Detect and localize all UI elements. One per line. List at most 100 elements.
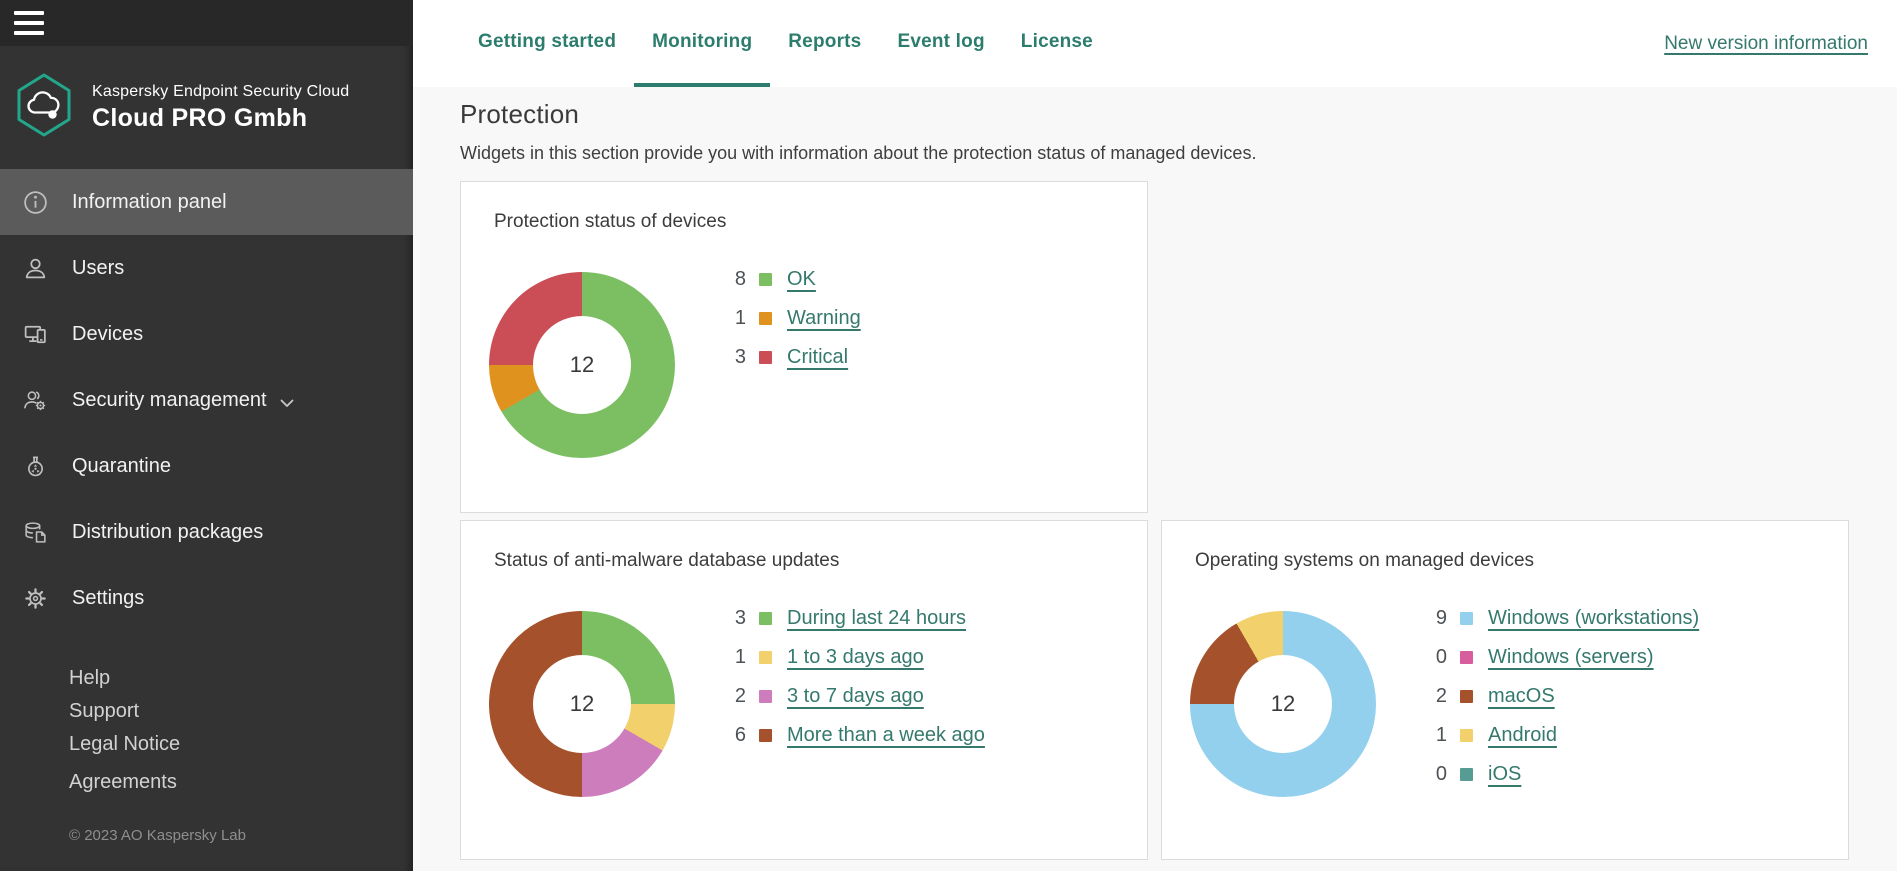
sidebar-item-security-management[interactable]: Security management [0, 367, 413, 433]
legend-row: 6 More than a week ago [720, 722, 985, 748]
page-title: Protection [460, 99, 1897, 130]
widget-title: Protection status of devices [494, 211, 726, 233]
sidebar-item-label: Information panel [72, 191, 227, 214]
donut-chart[interactable]: 12 [489, 272, 675, 458]
legend-count: 9 [1421, 607, 1447, 630]
legend-row: 3 Critical [720, 344, 861, 370]
sidebar-item-label: Distribution packages [72, 521, 263, 544]
donut-total: 12 [533, 316, 631, 414]
widget-title: Status of anti-malware database updates [494, 550, 839, 572]
legend-link-windows-servers[interactable]: Windows (servers) [1488, 646, 1654, 669]
legend-link-warning[interactable]: Warning [787, 307, 861, 330]
tab-license[interactable]: License [1003, 0, 1111, 87]
legend-count: 3 [720, 346, 746, 369]
sidebar: Kaspersky Endpoint Security Cloud Cloud … [0, 0, 413, 871]
legend-row: 8 OK [720, 266, 861, 292]
brand-block: Kaspersky Endpoint Security Cloud Cloud … [0, 46, 413, 142]
sidebar-link-agreements[interactable]: Agreements [69, 766, 413, 799]
sidebar-item-distribution-packages[interactable]: Distribution packages [0, 499, 413, 565]
donut-chart[interactable]: 12 [1190, 611, 1376, 797]
page-body: Protection Widgets in this section provi… [413, 87, 1897, 860]
security-management-icon [21, 386, 49, 414]
sidebar-link-support[interactable]: Support [69, 695, 413, 728]
sidebar-top-strip [0, 0, 413, 46]
legend-link-ios[interactable]: iOS [1488, 763, 1521, 786]
legend-swatch [759, 729, 772, 742]
sidebar-item-settings[interactable]: Settings [0, 565, 413, 631]
sidebar-link-help[interactable]: Help [69, 662, 413, 695]
sidebar-item-label: Quarantine [72, 455, 171, 478]
legend-swatch [1460, 690, 1473, 703]
chevron-down-icon [280, 391, 294, 414]
legend-swatch [759, 612, 772, 625]
legend-link-macos[interactable]: macOS [1488, 685, 1555, 708]
legend-swatch [759, 273, 772, 286]
sidebar-link-legal-notice[interactable]: Legal Notice [69, 728, 413, 761]
hamburger-menu-icon[interactable] [14, 11, 44, 35]
sidebar-item-information-panel[interactable]: Information panel [0, 169, 413, 235]
legend-row: 1 Android [1421, 722, 1699, 748]
legend-row: 9 Windows (workstations) [1421, 605, 1699, 631]
legend-swatch [759, 651, 772, 664]
legend-swatch [759, 351, 772, 364]
legend-count: 6 [720, 724, 746, 747]
widget-card-status-of-anti-malware-database-updates: Status of anti-malware database updates 1… [460, 520, 1148, 860]
sidebar-item-devices[interactable]: Devices [0, 301, 413, 367]
quarantine-flask-icon [21, 452, 49, 480]
widget-title: Operating systems on managed devices [1195, 550, 1534, 572]
legend-link-ok[interactable]: OK [787, 268, 816, 291]
distribution-packages-icon [21, 518, 49, 546]
donut-total: 12 [1234, 655, 1332, 753]
legend: 3During last 24 hours11 to 3 days ago23 … [720, 605, 985, 761]
legend-link-3-to-7-days-ago[interactable]: 3 to 7 days ago [787, 685, 924, 708]
gear-icon [21, 584, 49, 612]
legend-link-windows-workstations[interactable]: Windows (workstations) [1488, 607, 1699, 630]
legend-count: 2 [720, 685, 746, 708]
tab-monitoring[interactable]: Monitoring [634, 0, 770, 87]
legend-link-critical[interactable]: Critical [787, 346, 848, 369]
legend-swatch [1460, 651, 1473, 664]
copyright-text: © 2023 AO Kaspersky Lab [0, 799, 413, 844]
legend-row: 2macOS [1421, 683, 1699, 709]
legend-count: 1 [1421, 724, 1447, 747]
legend-count: 8 [720, 268, 746, 291]
widgets-row-2: Status of anti-malware database updates 1… [460, 520, 1897, 860]
sidebar-item-label: Users [72, 257, 124, 280]
top-tab-bar: Getting startedMonitoringReportsEvent lo… [413, 0, 1897, 87]
legend: 9 Windows (workstations) 0 Windows (servers… [1421, 605, 1699, 800]
info-icon [21, 188, 49, 216]
devices-icon [21, 320, 49, 348]
legend-count: 0 [1421, 646, 1447, 669]
legend-swatch [759, 312, 772, 325]
sidebar-item-users[interactable]: Users [0, 235, 413, 301]
page-description: Widgets in this section provide you with… [460, 143, 1897, 164]
legend-swatch [1460, 729, 1473, 742]
legend-link-1-to-3-days-ago[interactable]: 1 to 3 days ago [787, 646, 924, 669]
widgets-row-1: Protection status of devices 12 8 OK 1 Warnin… [460, 181, 1897, 513]
tab-event-log[interactable]: Event log [879, 0, 1002, 87]
legend-row: 0 iOS [1421, 761, 1699, 787]
new-version-information-link[interactable]: New version information [1664, 33, 1868, 55]
widget-card-protection-status-of-devices: Protection status of devices 12 8 OK 1 Warnin… [460, 181, 1148, 513]
sidebar-footer-links: HelpSupportLegal Notice Agreements [0, 662, 413, 799]
product-name: Kaspersky Endpoint Security Cloud [92, 83, 349, 101]
legend-count: 1 [720, 307, 746, 330]
tab-reports[interactable]: Reports [770, 0, 879, 87]
legend-swatch [1460, 612, 1473, 625]
legend-count: 3 [720, 607, 746, 630]
kaspersky-cloud-logo-icon [15, 73, 73, 142]
company-name: Cloud PRO Gmbh [92, 104, 349, 133]
legend-link-during-last-24-hours[interactable]: During last 24 hours [787, 607, 966, 630]
legend-row: 0 Windows (servers) [1421, 644, 1699, 670]
users-icon [21, 254, 49, 282]
legend-link-android[interactable]: Android [1488, 724, 1557, 747]
donut-total: 12 [533, 655, 631, 753]
widgets-section: Protection status of devices128OK1Warnin… [460, 181, 1897, 860]
legend-link-more-than-a-week-ago[interactable]: More than a week ago [787, 724, 985, 747]
widget-card-operating-systems-on-managed-devices: Operating systems on managed devices 12 9 W… [1161, 520, 1849, 860]
tab-getting-started[interactable]: Getting started [460, 0, 634, 87]
sidebar-item-quarantine[interactable]: Quarantine [0, 433, 413, 499]
legend-row: 2 3 to 7 days ago [720, 683, 985, 709]
donut-chart[interactable]: 12 [489, 611, 675, 797]
legend-count: 0 [1421, 763, 1447, 786]
